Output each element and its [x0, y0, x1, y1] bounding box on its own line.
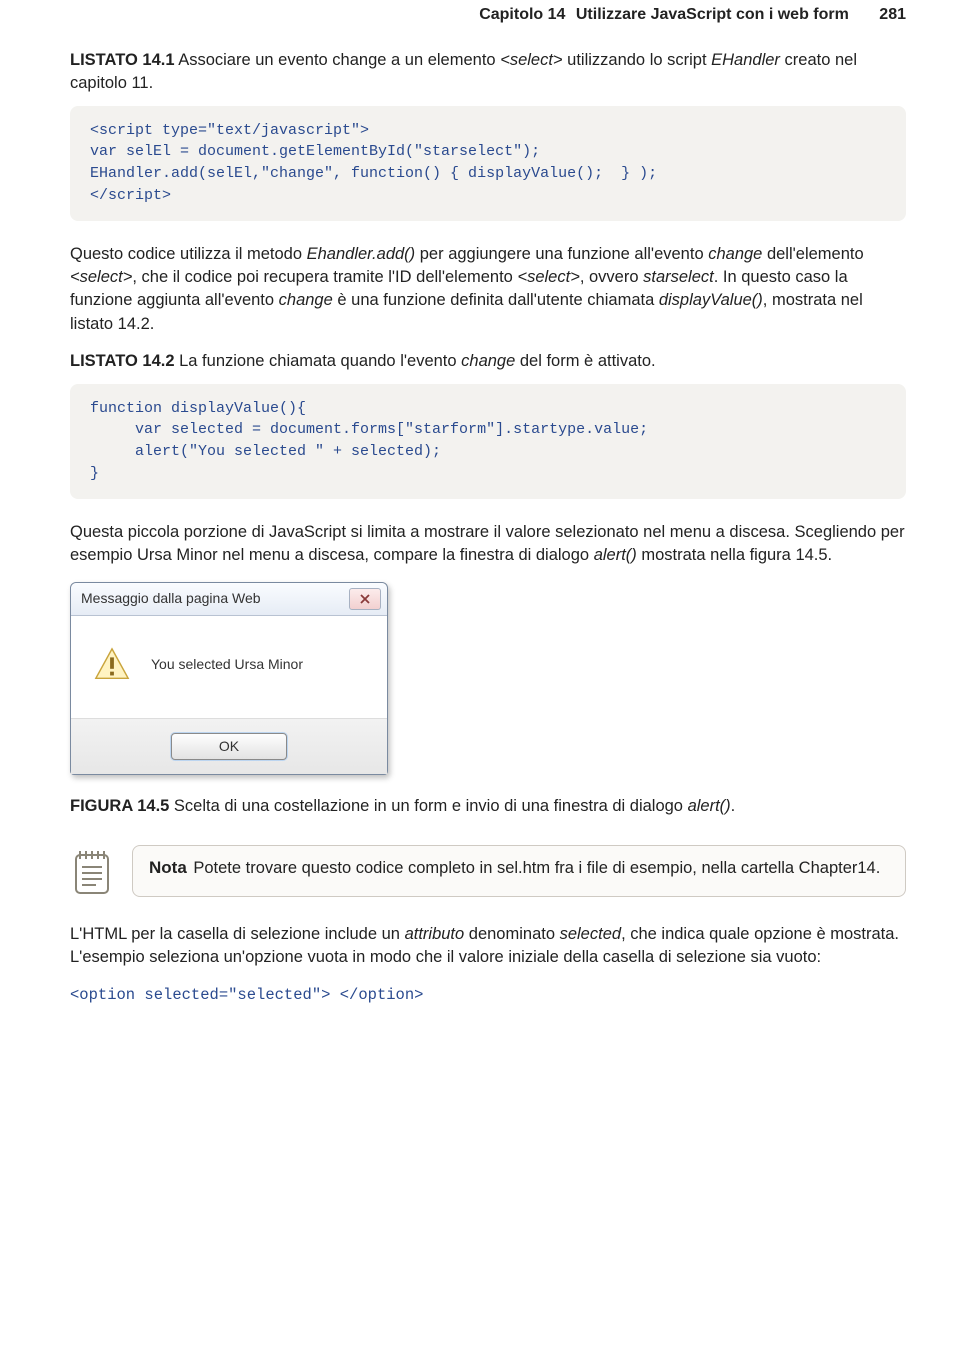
- dialog-title: Messaggio dalla pagina Web: [81, 589, 261, 609]
- note-icon: [70, 849, 114, 897]
- dialog-titlebar: Messaggio dalla pagina Web: [71, 583, 387, 616]
- note-title: Nota: [149, 858, 187, 877]
- dialog-body: You selected Ursa Minor: [71, 616, 387, 719]
- inline-code-option: <option selected="selected"> </option>: [70, 984, 906, 1006]
- listing-label: LISTATO 14.1: [70, 51, 175, 69]
- paragraph-2: Questa piccola porzione di JavaScript si…: [70, 521, 906, 568]
- listing-14-2-caption: LISTATO 14.2 La funzione chiamata quando…: [70, 350, 906, 373]
- note-text: Potete trovare questo codice completo in…: [189, 859, 881, 877]
- paragraph-1: Questo codice utilizza il metodo Ehandle…: [70, 243, 906, 337]
- dialog-message: You selected Ursa Minor: [151, 655, 303, 675]
- close-icon: [359, 593, 371, 605]
- warning-icon: [93, 646, 131, 684]
- page-number: 281: [879, 6, 906, 23]
- figure-14-5-caption: FIGURA 14.5 Scelta di una costellazione …: [70, 795, 906, 818]
- note-box: Nota Potete trovare questo codice comple…: [70, 845, 906, 897]
- dialog-close-button[interactable]: [349, 588, 381, 610]
- running-header: Capitolo 14 Utilizzare JavaScript con i …: [70, 4, 906, 27]
- ok-button[interactable]: OK: [171, 733, 287, 761]
- code-listing-14-1: <script type="text/javascript"> var selE…: [70, 106, 906, 221]
- figure-label: FIGURA 14.5: [70, 797, 169, 815]
- dialog-footer: OK: [71, 719, 387, 775]
- alert-dialog: Messaggio dalla pagina Web You selected …: [70, 582, 388, 776]
- paragraph-3: L'HTML per la casella di selezione inclu…: [70, 923, 906, 970]
- chapter-label: Capitolo 14: [479, 6, 565, 23]
- alert-dialog-figure: Messaggio dalla pagina Web You selected …: [70, 582, 906, 776]
- note-body: Nota Potete trovare questo codice comple…: [132, 845, 906, 897]
- chapter-title: Utilizzare JavaScript con i web form: [576, 6, 849, 23]
- listing-14-1-caption: LISTATO 14.1 Associare un evento change …: [70, 49, 906, 96]
- code-listing-14-2: function displayValue(){ var selected = …: [70, 384, 906, 499]
- listing-label: LISTATO 14.2: [70, 352, 175, 370]
